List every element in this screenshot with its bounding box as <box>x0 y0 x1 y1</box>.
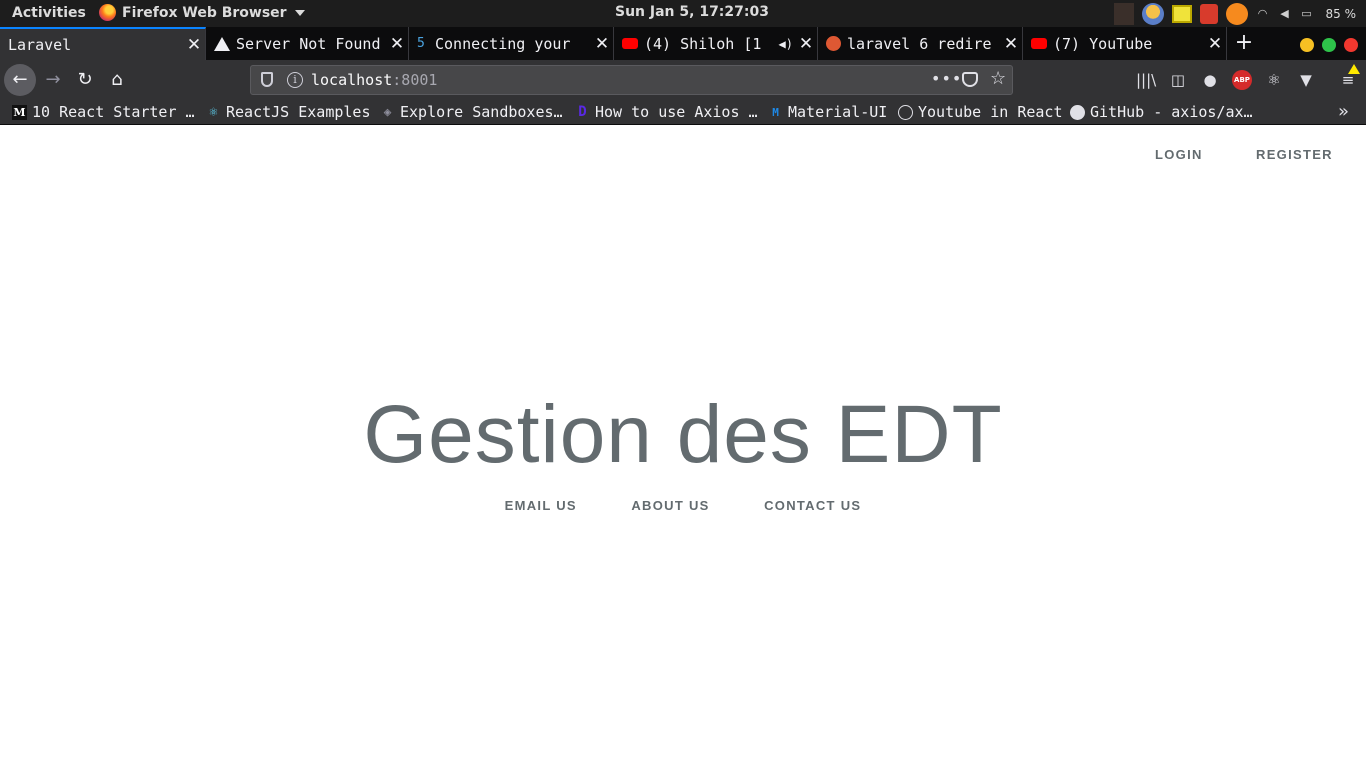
minimize-button[interactable] <box>1300 38 1314 52</box>
hamburger-menu-icon[interactable]: ≡ <box>1338 64 1360 90</box>
wifi-icon[interactable]: ◠ <box>1256 7 1270 21</box>
globe-icon <box>898 104 913 120</box>
page-actions-icon[interactable]: ••• <box>931 69 962 88</box>
duckduckgo-icon <box>826 36 841 51</box>
firefox-icon <box>99 4 116 21</box>
system-top-bar: Activities Firefox Web Browser Sun Jan 5… <box>0 0 1366 27</box>
url-host: localhost <box>311 71 393 89</box>
battery-icon[interactable]: ▭ <box>1300 7 1314 21</box>
tab-server-not-found[interactable]: Server Not Found ✕ <box>206 27 409 60</box>
back-button[interactable]: ← <box>4 64 36 96</box>
bookmark-item[interactable]: Youtube in React <box>898 103 1063 121</box>
tab-title: (7) YouTube <box>1053 34 1153 53</box>
maximize-button[interactable] <box>1322 38 1336 52</box>
register-link[interactable]: Register <box>1256 147 1333 162</box>
notes-icon[interactable] <box>1171 4 1192 23</box>
url-port: :8001 <box>392 71 438 89</box>
new-tab-button[interactable]: + <box>1232 27 1256 60</box>
bookmark-item[interactable]: M 10 React Starter … <box>12 103 195 121</box>
axios-icon: D <box>578 103 587 120</box>
react-icon: ⚛ <box>209 103 218 120</box>
tab-title: (4) Shiloh [1 <box>644 34 762 53</box>
library-icon[interactable]: |||\ <box>1136 70 1156 90</box>
contact-us-link[interactable]: Contact us <box>764 498 861 513</box>
reload-button[interactable]: ↻ <box>69 64 101 96</box>
clock[interactable]: Sun Jan 5, 17:27:03 <box>615 4 769 20</box>
close-icon[interactable]: ✕ <box>1000 34 1022 54</box>
sidebar-icon[interactable]: ◫ <box>1168 70 1188 90</box>
tab-strip: Laravel ✕ Server Not Found ✕ 5 Connectin… <box>0 27 1366 60</box>
media-player-icon[interactable] <box>1225 2 1248 25</box>
account-icon[interactable]: ● <box>1200 70 1220 90</box>
app-menu-label: Firefox Web Browser <box>122 4 287 21</box>
link-row: Email us About us Contact us <box>0 497 1366 515</box>
close-icon[interactable]: ✕ <box>183 35 205 55</box>
tab-youtube[interactable]: (7) YouTube ✕ <box>1023 27 1227 60</box>
bookmark-star-icon[interactable]: ☆ <box>990 68 1006 89</box>
tab-title: Laravel <box>8 35 72 54</box>
warning-icon <box>214 36 230 51</box>
activities-button[interactable]: Activities <box>12 5 86 21</box>
vue-devtools-icon[interactable]: ▼ <box>1296 70 1316 90</box>
login-link[interactable]: Login <box>1155 147 1203 162</box>
material-ui-icon: M <box>772 105 779 119</box>
tab-laravel[interactable]: Laravel ✕ <box>0 27 206 60</box>
tab-title: Server Not Found <box>236 34 381 53</box>
url-text[interactable]: localhost:8001 <box>311 71 437 89</box>
pocket-icon[interactable] <box>962 72 978 87</box>
speaker-icon[interactable]: ◀) <box>779 37 793 51</box>
codesandbox-icon: ◈ <box>383 104 392 120</box>
weather-icon[interactable] <box>1141 2 1164 25</box>
bookmarks-toolbar: M 10 React Starter … ⚛ ReactJS Examples … <box>0 100 1366 125</box>
bookmark-label: GitHub - axios/ax… <box>1090 103 1253 121</box>
medium-icon: M <box>12 104 27 120</box>
bookmark-label: How to use Axios … <box>595 103 758 121</box>
page-content: Login Register Gestion des EDT Email us … <box>0 126 1366 768</box>
tracking-shield-icon[interactable] <box>261 72 273 87</box>
bookmark-label: Youtube in React <box>918 103 1063 121</box>
close-icon[interactable]: ✕ <box>386 34 408 54</box>
bookmark-item[interactable]: GitHub - axios/ax… <box>1070 103 1253 121</box>
filezilla-icon[interactable] <box>1199 3 1218 24</box>
warning-badge-icon <box>1348 64 1360 74</box>
system-tray: ◠ ◀ ▭ 85 % <box>1113 0 1357 27</box>
bookmark-item[interactable]: ⚛ ReactJS Examples <box>206 103 371 121</box>
bookmark-item[interactable]: M Material-UI <box>768 103 887 121</box>
forward-button[interactable]: → <box>37 64 69 96</box>
tray-app-icon[interactable] <box>1113 2 1134 25</box>
close-icon[interactable]: ✕ <box>591 34 613 54</box>
bookmark-item[interactable]: ◈ Explore Sandboxes… <box>380 103 563 121</box>
window-close-button[interactable] <box>1344 38 1358 52</box>
github-icon <box>1070 104 1085 120</box>
page-title: Gestion des EDT <box>363 389 1003 480</box>
navigation-toolbar: ← → ↻ ⌂ i localhost:8001 ••• ☆ |||\ ◫ ● … <box>0 60 1366 100</box>
tab-title: laravel 6 redire <box>847 34 992 53</box>
volume-icon[interactable]: ◀ <box>1278 7 1292 21</box>
app-menu[interactable]: Firefox Web Browser <box>99 4 305 21</box>
bookmark-label: 10 React Starter … <box>32 103 195 121</box>
tab-title: Connecting your <box>435 34 571 53</box>
bookmark-item[interactable]: D How to use Axios … <box>575 103 758 121</box>
email-us-link[interactable]: Email us <box>505 498 577 513</box>
youtube-icon <box>1031 38 1047 49</box>
close-icon[interactable]: ✕ <box>1204 34 1226 54</box>
tab-shiloh[interactable]: (4) Shiloh [1 ◀) ✕ <box>614 27 818 60</box>
adblock-plus-icon[interactable]: ABP <box>1232 70 1252 90</box>
bookmark-label: ReactJS Examples <box>226 103 371 121</box>
bookmark-label: Explore Sandboxes… <box>400 103 563 121</box>
chevron-down-icon <box>294 9 305 16</box>
five-icon: 5 <box>417 36 425 51</box>
chevron-right-icon[interactable]: » <box>1338 101 1349 122</box>
home-button[interactable]: ⌂ <box>101 64 133 96</box>
about-us-link[interactable]: About us <box>631 498 709 513</box>
address-bar[interactable]: i localhost:8001 ••• ☆ <box>250 65 1013 95</box>
youtube-icon <box>622 38 638 49</box>
tab-connecting[interactable]: 5 Connecting your ✕ <box>409 27 614 60</box>
tab-laravel-redirect[interactable]: laravel 6 redire ✕ <box>818 27 1023 60</box>
close-icon[interactable]: ✕ <box>795 34 817 54</box>
site-info-icon[interactable]: i <box>287 72 303 88</box>
react-devtools-icon[interactable]: ⚛ <box>1264 70 1284 90</box>
bookmark-label: Material-UI <box>788 103 888 121</box>
battery-percent: 85 % <box>1325 6 1357 21</box>
